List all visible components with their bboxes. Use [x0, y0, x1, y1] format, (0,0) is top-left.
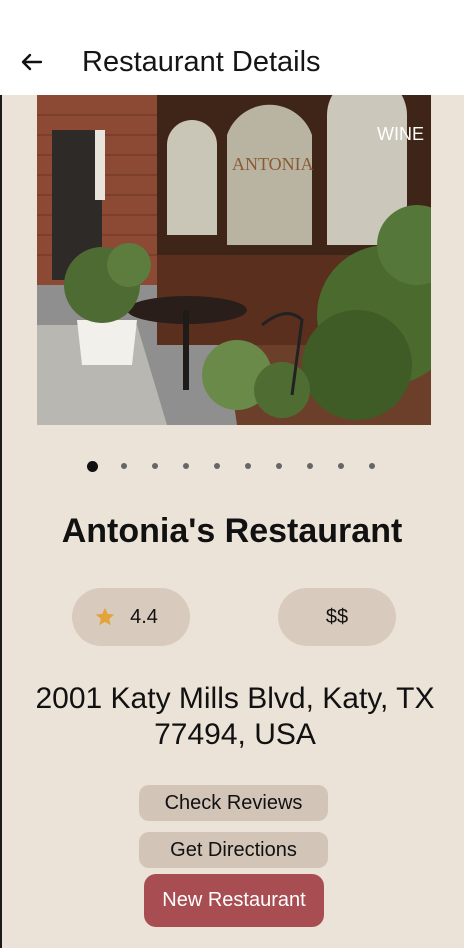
svg-text:ANTONIA: ANTONIA	[232, 154, 314, 174]
restaurant-name: Antonia's Restaurant	[61, 512, 403, 550]
svg-text:WINE: WINE	[377, 124, 424, 144]
gallery-dot[interactable]	[356, 459, 387, 473]
page-title: Restaurant Details	[82, 46, 321, 78]
gallery-pagination	[0, 459, 464, 473]
new-restaurant-button[interactable]: New Restaurant	[144, 874, 324, 927]
back-button[interactable]	[14, 44, 50, 80]
gallery-dot[interactable]	[232, 459, 263, 473]
rating-badge: 4.4	[72, 588, 190, 646]
restaurant-patio-photo: ANTONIA WINE	[37, 95, 431, 425]
gallery-dot[interactable]	[108, 459, 139, 473]
screen-edge	[0, 0, 2, 948]
price-level-badge: $$	[278, 588, 396, 646]
restaurant-address: 2001 Katy Mills Blvd, Katy, TX 77494, US…	[35, 682, 435, 751]
gallery-dot[interactable]	[139, 459, 170, 473]
arrow-left-icon	[21, 53, 43, 71]
gallery-dot[interactable]	[201, 459, 232, 473]
check-reviews-button[interactable]: Check Reviews	[139, 785, 328, 821]
star-icon	[94, 606, 116, 628]
gallery-dot[interactable]	[294, 459, 325, 473]
rating-value: 4.4	[130, 605, 158, 628]
app-bar: Restaurant Details	[0, 0, 464, 95]
gallery-dot[interactable]	[77, 459, 108, 473]
gallery-dot[interactable]	[170, 459, 201, 473]
restaurant-photo[interactable]: ANTONIA WINE	[37, 95, 431, 425]
price-level-value: $$	[325, 605, 349, 628]
get-directions-button[interactable]: Get Directions	[139, 832, 328, 868]
gallery-dot[interactable]	[263, 459, 294, 473]
gallery-dot[interactable]	[325, 459, 356, 473]
